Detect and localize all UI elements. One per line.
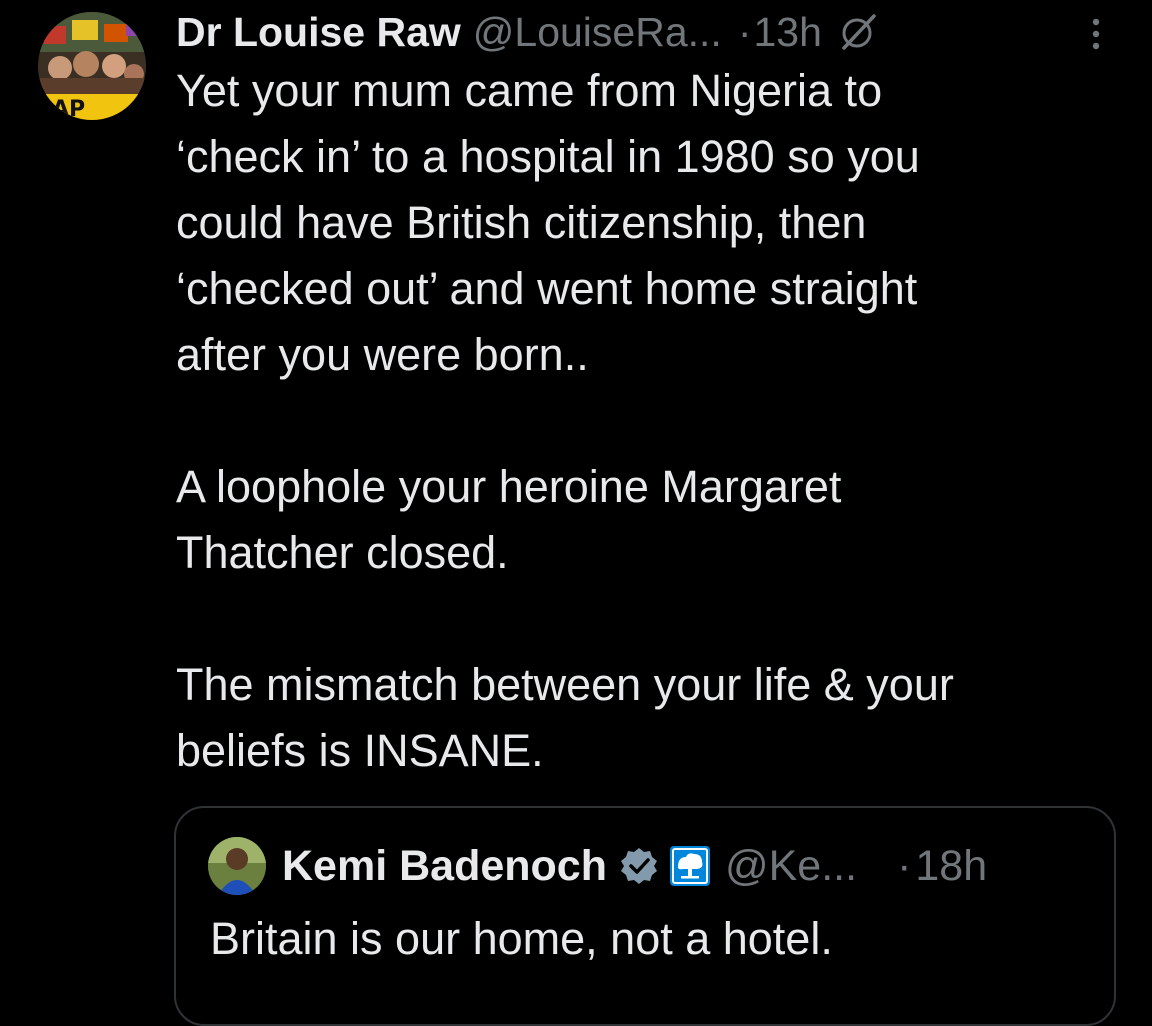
grok-icon[interactable] [838, 12, 878, 52]
author-handle[interactable]: @LouiseRa... [473, 2, 722, 62]
protest-photo-avatar-icon: AP [38, 12, 146, 120]
verified-badge-icon[interactable] [619, 846, 659, 886]
quoted-tweet-card[interactable]: Kemi Badenoch @Ke... · 18h Britain is ou… [174, 806, 1116, 1026]
author-display-name[interactable]: Dr Louise Raw [176, 2, 461, 62]
tweet-paragraph: A loophole your heroine Margaret Thatche… [176, 461, 842, 578]
quoted-tweet-text: Britain is our home, not a hotel. [210, 913, 833, 964]
quoted-avatar-photo-icon [208, 837, 266, 895]
tweet-header: Dr Louise Raw @LouiseRa... · 13h [176, 2, 878, 62]
tweet-timestamp[interactable]: 13h [753, 2, 821, 62]
separator-dot: · [737, 9, 752, 55]
quoted-tweet-header: Kemi Badenoch @Ke... · 18h [208, 836, 987, 896]
tweet-paragraph: The mismatch between your life & your be… [176, 659, 954, 776]
tweet-paragraph: Yet your mum came from Nigeria to ‘check… [176, 65, 920, 380]
quoted-separator-dot: · [897, 841, 912, 890]
more-dots-icon[interactable] [1082, 14, 1110, 54]
quoted-tweet-timestamp[interactable]: 18h [915, 842, 987, 891]
quoted-author-avatar[interactable] [208, 837, 266, 895]
author-avatar[interactable]: AP [38, 12, 146, 120]
quoted-author-display-name[interactable]: Kemi Badenoch [282, 842, 607, 891]
conservative-tree-icon[interactable] [669, 845, 711, 887]
svg-text:AP: AP [52, 97, 85, 120]
quoted-author-handle[interactable]: @Ke... [725, 842, 857, 891]
tweet[interactable]: AP Dr Louise Raw @LouiseRa... · 13h Yet … [0, 0, 1152, 1026]
tweet-body: Yet your mum came from Nigeria to ‘check… [176, 58, 1096, 784]
